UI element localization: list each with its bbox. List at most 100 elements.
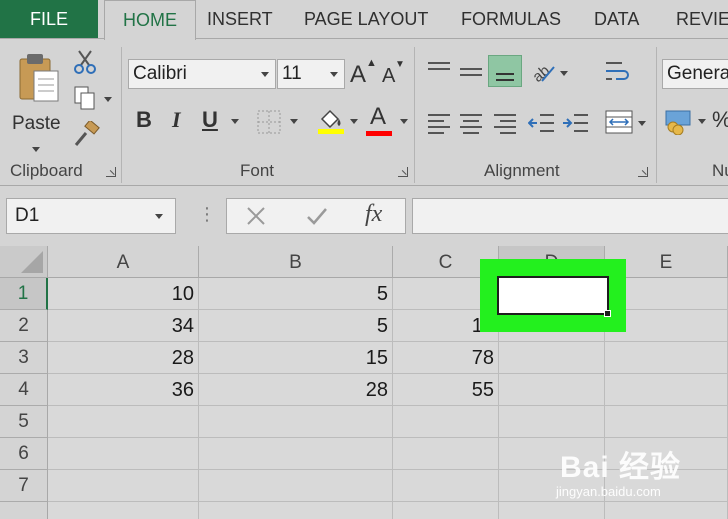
shrink-font-button[interactable]: A ▼ — [382, 59, 406, 91]
cancel-icon[interactable] — [245, 205, 267, 227]
cut-icon[interactable] — [72, 49, 98, 75]
fill-color-dropdown-icon[interactable] — [350, 119, 358, 124]
cell-empty[interactable] — [48, 438, 199, 470]
enter-check-icon[interactable] — [305, 205, 329, 227]
cell-b3[interactable]: 15 — [199, 342, 393, 374]
orientation-icon[interactable]: ab — [530, 59, 558, 85]
cell-empty[interactable] — [48, 406, 199, 438]
tab-home[interactable]: HOME — [104, 0, 196, 40]
row-header-5[interactable]: 5 — [0, 406, 48, 438]
wrap-text-icon[interactable] — [604, 59, 632, 85]
paste-button[interactable]: Paste — [8, 47, 66, 157]
clipboard-launcher-icon[interactable] — [106, 167, 116, 177]
number-format-select[interactable]: General — [662, 59, 728, 89]
cell-empty[interactable] — [393, 470, 499, 502]
borders-dropdown-icon[interactable] — [290, 119, 298, 124]
align-center-icon[interactable] — [458, 111, 484, 135]
row-header-1[interactable]: 1 — [0, 278, 48, 310]
copy-dropdown-icon[interactable] — [104, 97, 112, 102]
cell-empty[interactable] — [199, 502, 393, 519]
font-size-select[interactable]: 11 — [277, 59, 345, 89]
tab-data[interactable]: DATA — [594, 0, 639, 38]
alignment-launcher-icon[interactable] — [638, 167, 648, 177]
format-painter-icon[interactable] — [72, 121, 100, 147]
cell-empty[interactable] — [48, 470, 199, 502]
cell-a2[interactable]: 34 — [48, 310, 199, 342]
row-header-4[interactable]: 4 — [0, 374, 48, 406]
cell-d3[interactable] — [499, 342, 605, 374]
underline-dropdown-icon[interactable] — [231, 119, 239, 124]
font-color-dropdown-icon[interactable] — [400, 119, 408, 124]
cell-c3[interactable]: 78 — [393, 342, 499, 374]
tab-insert[interactable]: INSERT — [207, 0, 273, 38]
cell-empty[interactable] — [605, 502, 728, 519]
cell-a1[interactable]: 10 — [48, 278, 199, 310]
cell-empty[interactable] — [393, 502, 499, 519]
formula-input[interactable] — [412, 198, 728, 234]
insert-function-button[interactable]: fx — [365, 201, 382, 228]
fill-handle[interactable] — [604, 310, 611, 317]
cell-empty[interactable] — [393, 406, 499, 438]
cell-e4[interactable] — [605, 374, 728, 406]
increase-indent-icon[interactable] — [562, 111, 590, 135]
watermark-logo-text: Bai 经验 — [560, 451, 682, 484]
cell-empty[interactable] — [199, 406, 393, 438]
column-header-b[interactable]: B — [199, 246, 393, 278]
cell-a3[interactable]: 28 — [48, 342, 199, 374]
cell-empty[interactable] — [393, 438, 499, 470]
formula-bar-grip-icon: ⋮ — [198, 204, 216, 224]
cell-b2[interactable]: 5 — [199, 310, 393, 342]
percent-style-button[interactable]: % — [712, 107, 728, 133]
cell-empty[interactable] — [499, 406, 605, 438]
bottom-align-button[interactable] — [488, 55, 522, 87]
row-header-7[interactable]: 7 — [0, 470, 48, 502]
tab-file[interactable]: FILE — [0, 0, 98, 38]
merge-dropdown-icon[interactable] — [638, 121, 646, 126]
cell-empty[interactable] — [199, 438, 393, 470]
bold-button[interactable]: B — [136, 107, 152, 133]
borders-icon[interactable] — [256, 109, 282, 135]
cell-a4[interactable]: 36 — [48, 374, 199, 406]
tab-review[interactable]: REVIE — [676, 0, 728, 38]
align-left-icon[interactable] — [426, 111, 452, 135]
grow-caret-icon: ▲ — [366, 57, 377, 69]
align-right-icon[interactable] — [492, 111, 518, 135]
row-header-6[interactable]: 6 — [0, 438, 48, 470]
cell-empty[interactable] — [605, 406, 728, 438]
orientation-dropdown-icon[interactable] — [560, 71, 568, 76]
row-header-2[interactable]: 2 — [0, 310, 48, 342]
column-header-a[interactable]: A — [48, 246, 199, 278]
copy-icon[interactable] — [72, 85, 98, 111]
formula-controls: fx — [226, 198, 406, 234]
italic-button[interactable]: I — [172, 107, 181, 133]
underline-button[interactable]: U — [202, 107, 218, 133]
cell-b1[interactable]: 5 — [199, 278, 393, 310]
row-header-8[interactable] — [0, 502, 48, 519]
font-color-button[interactable]: A — [366, 103, 394, 137]
cell-c4[interactable]: 55 — [393, 374, 499, 406]
top-align-icon[interactable] — [426, 59, 452, 83]
font-name-select[interactable]: Calibri — [128, 59, 276, 89]
name-box[interactable]: D1 — [6, 198, 176, 234]
row-header-3[interactable]: 3 — [0, 342, 48, 374]
tab-formulas[interactable]: FORMULAS — [461, 0, 561, 38]
cell-empty[interactable] — [199, 470, 393, 502]
grow-font-button[interactable]: A ▲ — [350, 57, 377, 89]
accounting-format-icon[interactable] — [664, 107, 694, 135]
cell-d4[interactable] — [499, 374, 605, 406]
tab-page-layout[interactable]: PAGE LAYOUT — [304, 0, 428, 38]
accounting-dropdown-icon[interactable] — [698, 119, 706, 124]
cell-e3[interactable] — [605, 342, 728, 374]
decrease-indent-icon[interactable] — [528, 111, 556, 135]
chevron-down-icon — [330, 72, 338, 77]
cell-b4[interactable]: 28 — [199, 374, 393, 406]
select-all-button[interactable] — [0, 246, 48, 278]
cell-empty[interactable] — [499, 502, 605, 519]
active-cell-d1[interactable] — [497, 276, 611, 317]
font-launcher-icon[interactable] — [398, 167, 408, 177]
middle-align-icon[interactable] — [458, 59, 484, 83]
merge-center-icon[interactable] — [604, 109, 634, 135]
cell-empty[interactable] — [48, 502, 199, 519]
fill-color-icon[interactable] — [316, 105, 346, 135]
grow-font-icon: A — [350, 61, 367, 88]
